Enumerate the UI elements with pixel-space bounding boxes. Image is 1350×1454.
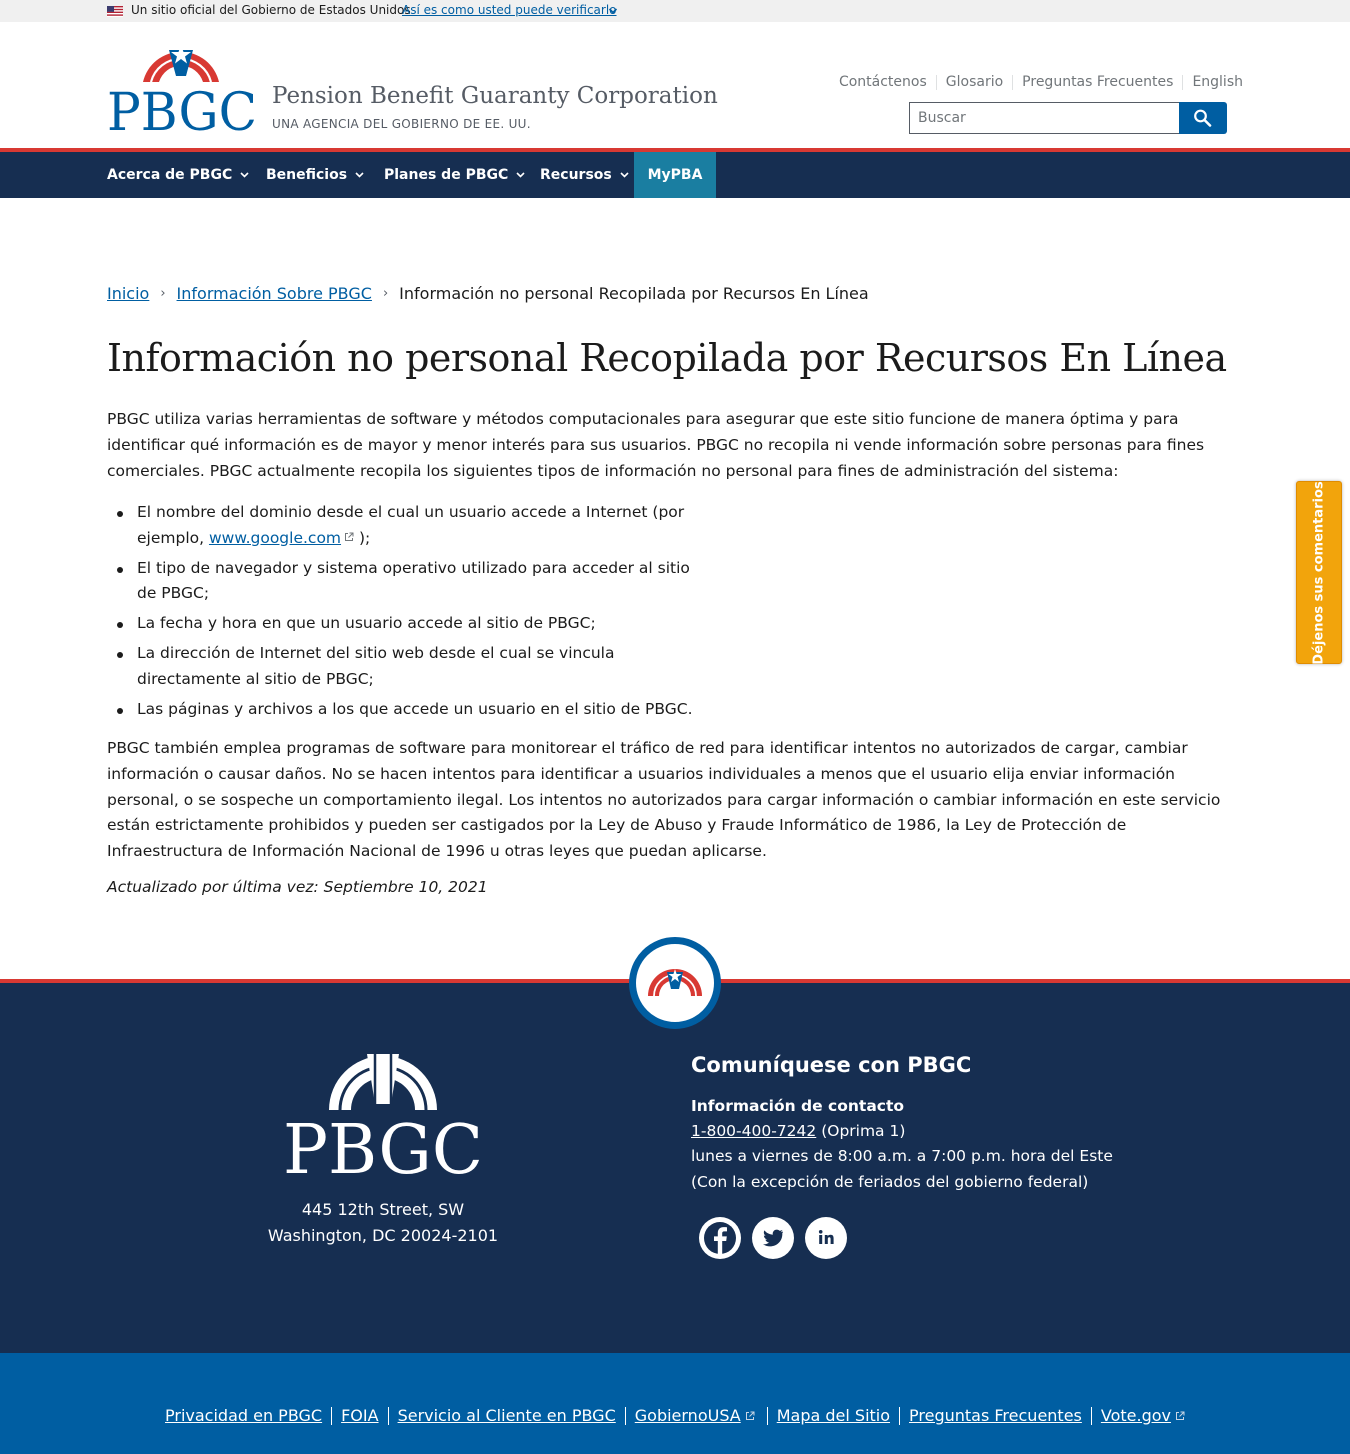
nav-item-planes[interactable]: Planes de PBGC — [384, 152, 525, 198]
breadcrumb-current: Información no personal Recopilada por R… — [399, 284, 869, 303]
footer-pbgc-logo: PBGC — [283, 1054, 483, 1175]
glossary-link[interactable]: Glosario — [946, 74, 1003, 90]
usa-gov-link[interactable]: GobiernoUSA — [635, 1406, 741, 1425]
linkedin-icon — [818, 1230, 834, 1244]
verify-link[interactable]: Así es como usted puede verificarlo — [402, 3, 617, 17]
divider — [935, 74, 937, 90]
sub-footer-links: Privacidad en PBGC FOIA Servicio al Clie… — [0, 1406, 1350, 1425]
list-item: La dirección de Internet del sitio web d… — [117, 641, 707, 692]
nav-item-recursos[interactable]: Recursos — [540, 152, 629, 198]
external-link-icon — [745, 1411, 755, 1420]
page-title: Información no personal Recopilada por R… — [107, 336, 1227, 380]
external-link-icon — [1175, 1411, 1185, 1420]
footer-logo-text: PBGC — [283, 1111, 483, 1175]
utility-nav: Contáctenos Glosario Preguntas Frecuente… — [839, 74, 1243, 90]
nav-item-label: Beneficios — [266, 167, 348, 183]
feedback-label: Déjenos sus comentarios — [1311, 480, 1327, 665]
list-item: La fecha y hora en que un usuario accede… — [117, 611, 707, 637]
site-subtitle: UNA AGENCIA DEL GOBIERNO DE EE. UU. — [272, 117, 531, 131]
vote-gov-link[interactable]: Vote.gov — [1101, 1406, 1171, 1425]
chevron-down-icon — [355, 172, 364, 178]
chevron-down-icon — [240, 172, 249, 178]
intro-paragraph: PBGC utiliza varias herramientas de soft… — [107, 410, 1205, 480]
address-line-1: 445 12th Street, SW — [301, 1200, 465, 1219]
foia-link[interactable]: FOIA — [341, 1406, 378, 1425]
footer — [0, 983, 1350, 1353]
address-line-2: Washington, DC 20024-2101 — [267, 1226, 499, 1245]
nav-item-label: Planes de PBGC — [384, 167, 509, 183]
facebook-icon — [704, 1222, 736, 1254]
nav-item-beneficios[interactable]: Beneficios — [266, 152, 364, 198]
twitter-icon — [762, 1229, 783, 1247]
english-link[interactable]: English — [1192, 74, 1243, 90]
chevron-down-icon — [620, 172, 629, 178]
info-list: El nombre del dominio desde el cual un u… — [117, 500, 707, 727]
divider — [1182, 74, 1184, 90]
breadcrumb-home[interactable]: Inicio — [107, 284, 149, 303]
list-item: Las páginas y archivos a los que accede … — [117, 697, 707, 723]
divider — [1012, 74, 1014, 90]
site-name[interactable]: Pension Benefit Guaranty Corporation — [272, 83, 718, 109]
breadcrumb: Inicio › Información Sobre PBGC › Inform… — [107, 284, 869, 303]
monitoring-paragraph: PBGC también emplea programas de softwar… — [107, 739, 1221, 861]
pbgc-logo[interactable]: PBGC — [107, 40, 257, 132]
list-item: El nombre del dominio desde el cual un u… — [117, 500, 707, 551]
logo-text: PBGC — [107, 83, 257, 132]
sub-footer — [0, 1353, 1350, 1454]
list-item: El tipo de navegador y sistema operativo… — [117, 556, 707, 607]
nav-item-label: Acerca de PBGC — [107, 167, 233, 183]
faq-link[interactable]: Preguntas Frecuentes — [1022, 74, 1173, 90]
divider — [1090, 1406, 1092, 1425]
search-button[interactable] — [1179, 102, 1227, 134]
external-link-icon — [345, 532, 354, 541]
google-link[interactable]: www.google.com — [209, 529, 341, 547]
search-input[interactable] — [909, 102, 1180, 134]
official-site-text: Un sitio oficial del Gobierno de Estados… — [131, 3, 411, 17]
phone-note: (Oprima 1) — [816, 1122, 906, 1140]
contact-subheading: Información de contacto — [691, 1097, 905, 1115]
chevron-down-icon — [516, 172, 525, 178]
search-icon — [1194, 109, 1212, 127]
chevron-right-icon: › — [160, 286, 166, 301]
us-flag-icon — [107, 6, 123, 17]
chevron-down-icon[interactable] — [608, 7, 618, 15]
chevron-right-icon: › — [382, 286, 389, 301]
nav-item-mypba[interactable]: MyPBA — [634, 152, 716, 198]
customer-service-link[interactable]: Servicio al Cliente en PBGC — [398, 1406, 616, 1425]
phone-line: 1-800-400-7242 (Oprima 1) — [691, 1122, 905, 1140]
contact-link[interactable]: Contáctenos — [839, 74, 927, 90]
phone-link[interactable]: 1-800-400-7242 — [691, 1122, 816, 1140]
main-nav: Acerca de PBGC Beneficios Planes de PBGC… — [0, 152, 1350, 198]
feedback-tab[interactable]: Déjenos sus comentarios — [1296, 481, 1342, 664]
list-item-text: ); — [354, 528, 371, 547]
faq-footer-link[interactable]: Preguntas Frecuentes — [909, 1406, 1082, 1425]
nav-item-label: Recursos — [540, 167, 612, 183]
nav-item-acerca[interactable]: Acerca de PBGC — [107, 152, 249, 198]
divider — [387, 1406, 389, 1425]
contact-heading: Comuníquese con PBGC — [691, 1053, 972, 1077]
gov-banner: Un sitio oficial del Gobierno de Estados… — [0, 0, 1350, 22]
twitter-button[interactable] — [752, 1217, 794, 1259]
divider — [331, 1406, 333, 1425]
divider — [766, 1406, 768, 1425]
divider — [624, 1406, 626, 1425]
pbgc-emblem-icon — [648, 969, 702, 997]
footer-emblem[interactable] — [629, 937, 721, 1029]
divider — [899, 1406, 901, 1425]
sitemap-link[interactable]: Mapa del Sitio — [777, 1406, 890, 1425]
holiday-line: (Con la excepción de feriados del gobier… — [691, 1173, 1089, 1191]
hours-line: lunes a viernes de 8:00 a.m. a 7:00 p.m.… — [691, 1147, 1113, 1165]
nav-item-label: MyPBA — [647, 167, 703, 183]
privacy-link[interactable]: Privacidad en PBGC — [165, 1406, 322, 1425]
facebook-button[interactable] — [699, 1217, 741, 1259]
linkedin-button[interactable] — [805, 1217, 847, 1259]
breadcrumb-info[interactable]: Información Sobre PBGC — [177, 284, 372, 303]
last-updated: Actualizado por última vez: Septiembre 1… — [107, 878, 488, 896]
